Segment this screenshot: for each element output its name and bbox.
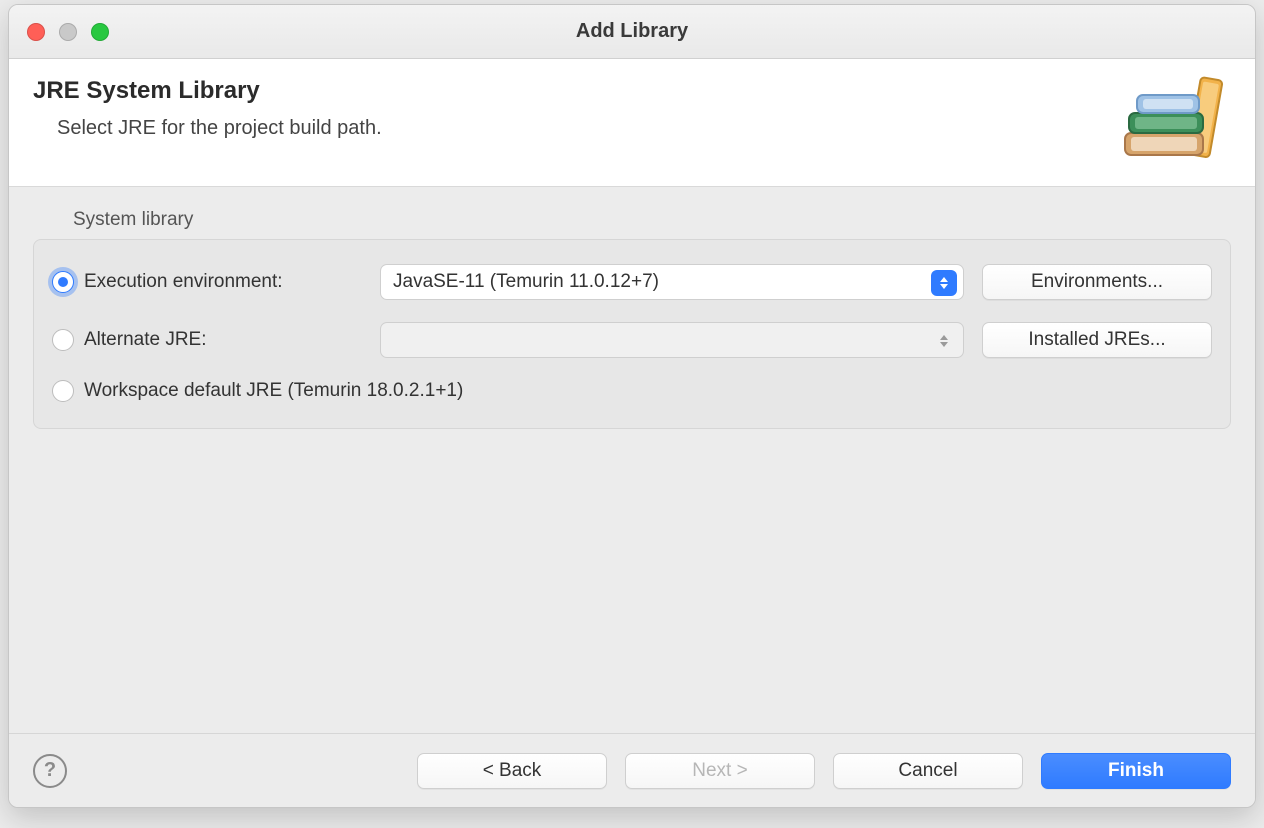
environments-button[interactable]: Environments... — [982, 264, 1212, 300]
banner-heading: JRE System Library — [33, 77, 1231, 105]
zoom-window-button[interactable] — [91, 23, 109, 41]
row-execution-environment: Execution environment: JavaSE-11 (Temuri… — [52, 264, 1212, 300]
finish-button[interactable]: Finish — [1041, 753, 1231, 789]
help-button[interactable]: ? — [33, 754, 67, 788]
group-system-library: Execution environment: JavaSE-11 (Temuri… — [33, 239, 1231, 429]
chevron-updown-icon — [931, 270, 957, 296]
button-label: Next > — [692, 760, 747, 782]
select-execution-environment[interactable]: JavaSE-11 (Temurin 11.0.12+7) — [380, 264, 964, 300]
radio-label: Alternate JRE: — [84, 329, 207, 351]
radio-bullet-icon — [52, 271, 74, 293]
select-value: JavaSE-11 (Temurin 11.0.12+7) — [393, 271, 659, 293]
question-mark-icon: ? — [44, 759, 56, 782]
button-label: < Back — [483, 760, 542, 782]
radio-alternate-jre[interactable]: Alternate JRE: — [52, 329, 362, 351]
window-title: Add Library — [576, 20, 688, 43]
radio-execution-environment[interactable]: Execution environment: — [52, 271, 362, 293]
radio-label: Execution environment: — [84, 271, 283, 293]
back-button[interactable]: < Back — [417, 753, 607, 789]
radio-bullet-icon — [52, 329, 74, 351]
library-books-icon — [1115, 71, 1235, 171]
button-label: Finish — [1108, 760, 1164, 782]
button-label: Cancel — [898, 760, 957, 782]
row-workspace-default-jre: Workspace default JRE (Temurin 18.0.2.1+… — [52, 380, 1212, 402]
titlebar: Add Library — [9, 5, 1255, 59]
radio-workspace-default-jre[interactable]: Workspace default JRE (Temurin 18.0.2.1+… — [52, 380, 1212, 402]
select-alternate-jre[interactable] — [380, 322, 964, 358]
minimize-window-button[interactable] — [59, 23, 77, 41]
next-button: Next > — [625, 753, 815, 789]
group-label-system-library: System library — [73, 209, 1231, 231]
button-label: Installed JREs... — [1028, 329, 1165, 351]
row-alternate-jre: Alternate JRE: Installed JREs... — [52, 322, 1212, 358]
cancel-button[interactable]: Cancel — [833, 753, 1023, 789]
banner-subtext: Select JRE for the project build path. — [57, 117, 1231, 140]
wizard-footer: ? < Back Next > Cancel Finish — [9, 733, 1255, 807]
window-controls — [27, 23, 109, 41]
close-window-button[interactable] — [27, 23, 45, 41]
wizard-content: System library Execution environment: Ja… — [9, 187, 1255, 451]
dialog-window: Add Library JRE System Library Select JR… — [8, 4, 1256, 808]
radio-bullet-icon — [52, 380, 74, 402]
installed-jres-button[interactable]: Installed JREs... — [982, 322, 1212, 358]
wizard-banner: JRE System Library Select JRE for the pr… — [9, 59, 1255, 187]
radio-label: Workspace default JRE (Temurin 18.0.2.1+… — [84, 380, 463, 402]
chevron-updown-icon — [931, 328, 957, 354]
button-label: Environments... — [1031, 271, 1163, 293]
